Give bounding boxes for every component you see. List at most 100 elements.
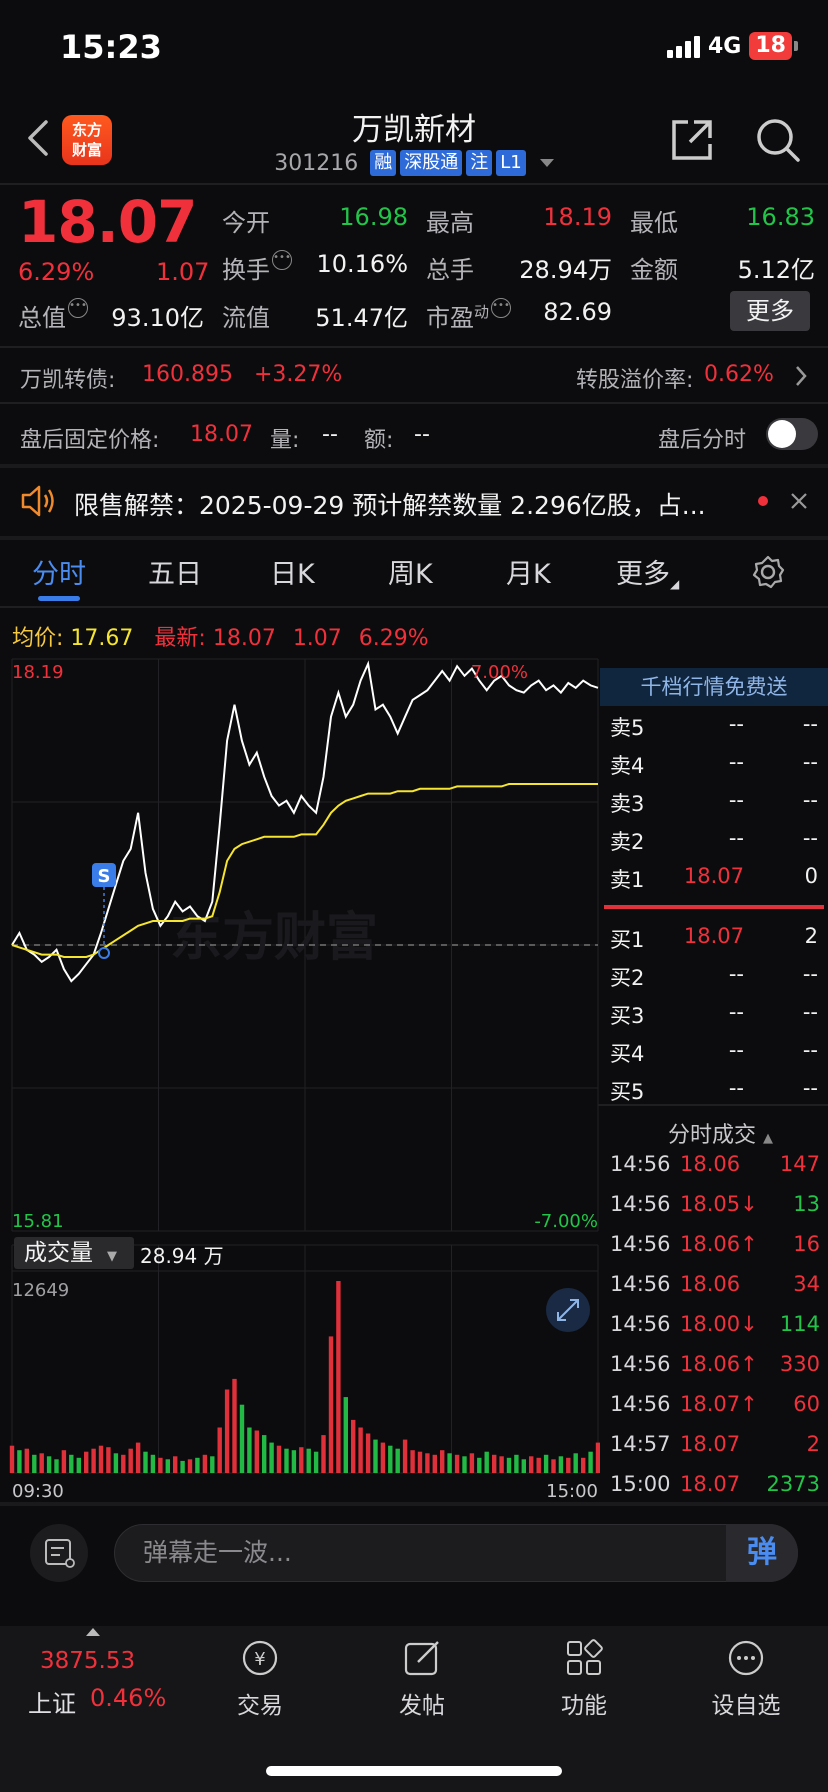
expand-icon[interactable] — [546, 1288, 590, 1332]
volume-value: 28.94万 — [519, 256, 612, 284]
tab-monthly-k[interactable]: 月K — [506, 552, 551, 591]
volume-bar — [454, 1454, 460, 1473]
info-icon[interactable]: ••• — [272, 250, 292, 270]
open-label: 今开 — [222, 209, 270, 237]
trade-volume: 60 — [793, 1392, 820, 1416]
danmu-settings-icon[interactable] — [30, 1524, 88, 1582]
volume-bar — [306, 1448, 311, 1473]
volume-bar — [210, 1456, 215, 1473]
bid-1-price: 18.07 — [683, 924, 744, 948]
volume-bar — [462, 1456, 467, 1473]
volume-bar — [328, 1336, 334, 1473]
bond-label[interactable]: 万凯转债: — [20, 362, 115, 394]
low-value: 16.83 — [746, 203, 815, 231]
signal-icon — [667, 34, 700, 58]
volume-bar — [232, 1378, 237, 1473]
volume-bar — [84, 1451, 89, 1473]
after-hours-toggle-label: 盘后分时 — [658, 428, 747, 453]
chevron-right-icon[interactable] — [794, 364, 808, 388]
info-icon[interactable]: ••• — [68, 298, 88, 318]
volume-bar — [224, 1389, 230, 1473]
nav-add-watchlist[interactable]: 设自选 — [686, 1636, 806, 1720]
volume-bar — [17, 1450, 22, 1473]
trade-time: 14:56 — [610, 1392, 671, 1416]
volume-bar — [9, 1445, 15, 1473]
tab-five-day[interactable]: 五日 — [148, 552, 202, 591]
watermark: 东方财富 — [170, 908, 378, 968]
trade-volume: 147 — [779, 1152, 820, 1176]
volume-bar — [217, 1427, 222, 1473]
volume-bar — [32, 1454, 37, 1473]
bid-1-vol: 2 — [804, 924, 818, 948]
bid-5-vol: -- — [802, 1076, 818, 1100]
volume-bar — [180, 1460, 185, 1473]
battery-level: 18 — [749, 32, 792, 60]
abs-change: 1.07 — [156, 258, 210, 286]
volume-bar — [39, 1453, 44, 1473]
index-value[interactable]: 3875.53 — [40, 1648, 135, 1674]
tab-weekly-k[interactable]: 周K — [388, 552, 433, 591]
ask-1-label: 卖1 — [610, 868, 645, 892]
nav-post[interactable]: 发帖 — [362, 1636, 482, 1720]
gear-icon[interactable] — [750, 554, 786, 590]
ask-2-price: -- — [728, 826, 744, 850]
volume-bar — [410, 1450, 415, 1473]
volume-bar — [402, 1439, 408, 1473]
index-name[interactable]: 上证 — [28, 1684, 76, 1719]
ask-3-price: -- — [728, 788, 744, 812]
volume-bar — [69, 1454, 74, 1473]
trades-title[interactable]: 分时成交 ▲ — [668, 1117, 773, 1149]
search-icon[interactable] — [754, 116, 802, 164]
notice-text[interactable]: 限售解禁：2025-09-29 预计解禁数量 2.296亿股，占... — [74, 486, 724, 522]
nav-functions[interactable]: 功能 — [524, 1636, 644, 1720]
danmu-send-button[interactable]: 弹 — [726, 1524, 798, 1582]
tab-more[interactable]: 更多◢ — [616, 552, 679, 591]
volume-bar — [566, 1457, 571, 1473]
chevron-down-icon[interactable] — [539, 159, 554, 167]
volume-bar — [358, 1427, 363, 1473]
after-hours-amt: -- — [414, 422, 430, 447]
nav-trade[interactable]: ¥ 交易 — [200, 1636, 320, 1720]
premium-label: 转股溢价率: — [576, 368, 694, 393]
bid-3-label: 买3 — [610, 1004, 645, 1028]
danmu-input[interactable]: 弹幕走一波... — [114, 1524, 798, 1582]
volume-bar — [135, 1442, 141, 1473]
tab-intraday[interactable]: 分时 — [32, 552, 86, 591]
tag-connect: 深股通 — [400, 150, 463, 176]
volume-bar — [254, 1430, 259, 1473]
volume-indicator-select[interactable]: 成交量 ▼ — [14, 1237, 134, 1269]
volume-bar — [543, 1454, 549, 1473]
float-value: 51.47亿 — [315, 304, 408, 332]
bid-4-vol: -- — [802, 1038, 818, 1062]
volume-bar — [91, 1448, 96, 1473]
volume-bar — [291, 1450, 297, 1473]
volume-bar — [432, 1454, 437, 1473]
share-icon[interactable] — [668, 116, 716, 164]
svg-text:S: S — [98, 866, 111, 887]
ask-4-label: 卖4 — [610, 754, 645, 778]
x-end-label: 15:00 — [546, 1481, 598, 1502]
intraday-chart[interactable]: 东方财富 18.19 7.00% 15.81 -7.00% 12649 09:3… — [0, 655, 600, 1505]
volume-bar — [321, 1435, 326, 1473]
bond-change: +3.27% — [254, 362, 343, 387]
pe-label: 市盈动 ••• — [426, 298, 512, 332]
home-indicator — [266, 1766, 562, 1776]
volume-bar — [395, 1448, 400, 1473]
order-book-promo[interactable]: 千档行情免费送 — [600, 668, 828, 706]
trade-time: 14:56 — [610, 1272, 671, 1296]
volume-bar — [484, 1451, 489, 1473]
expand-up-icon[interactable] — [86, 1628, 100, 1636]
signal-marker[interactable]: S — [92, 863, 116, 959]
turnover-value: 10.16% — [316, 250, 408, 278]
bid-2-vol: -- — [802, 962, 818, 986]
after-hours-toggle[interactable] — [766, 418, 818, 450]
index-pct[interactable]: 0.46% — [90, 1684, 166, 1712]
close-icon[interactable] — [790, 492, 808, 510]
volume-bar — [521, 1459, 526, 1473]
amount-label: 金额 — [630, 256, 678, 284]
tab-daily-k[interactable]: 日K — [270, 552, 315, 591]
volume-bar — [536, 1457, 541, 1473]
after-hours-vol: -- — [322, 422, 338, 447]
trade-price: 18.07 — [680, 1432, 741, 1456]
more-button[interactable]: 更多 — [730, 291, 810, 331]
